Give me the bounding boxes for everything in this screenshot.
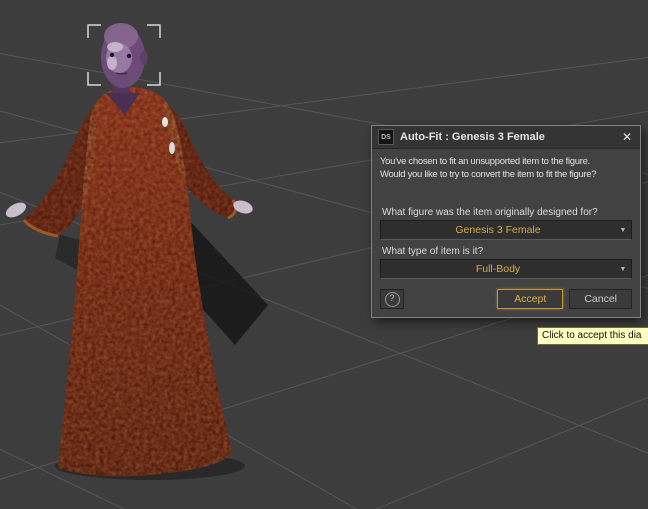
left-hand <box>5 202 27 218</box>
chevron-down-icon: ▼ <box>619 226 627 234</box>
dialog-button-row: ? Accept Cancel <box>380 289 632 309</box>
daz-studio-logo-icon: DS <box>378 129 394 145</box>
close-icon[interactable]: ✕ <box>620 130 634 144</box>
autofit-dialog: DS Auto-Fit : Genesis 3 Female ✕ You've … <box>371 125 641 318</box>
accept-button[interactable]: Accept <box>497 289 564 309</box>
dialog-titlebar[interactable]: DS Auto-Fit : Genesis 3 Female ✕ <box>372 126 640 149</box>
sleeve-ornament <box>169 142 175 154</box>
question-mark-icon: ? <box>384 291 400 307</box>
help-button[interactable]: ? <box>380 289 404 309</box>
sleeve-ornament <box>162 117 168 127</box>
type-select-value: Full-Body <box>475 263 521 275</box>
figure-genesis[interactable] <box>3 23 254 477</box>
screen: { "dialog": { "logo_text": "DS", "title"… <box>0 0 648 509</box>
dialog-title: Auto-Fit : Genesis 3 Female <box>400 131 545 143</box>
type-question-label: What type of item is it? <box>382 246 484 257</box>
cancel-button[interactable]: Cancel <box>569 289 632 309</box>
dialog-message-line1: You've chosen to fit an unsupported item… <box>380 156 590 167</box>
figure-select-value: Genesis 3 Female <box>455 224 541 236</box>
figure-question-label: What figure was the item originally desi… <box>382 207 598 218</box>
dialog-message-line2: Would you like to try to convert the ite… <box>380 169 597 180</box>
type-select[interactable]: Full-Body ▼ <box>380 259 632 279</box>
dialog-body: You've chosen to fit an unsupported item… <box>372 149 640 317</box>
chevron-down-icon: ▼ <box>619 265 627 273</box>
head <box>101 23 148 88</box>
figure-select[interactable]: Genesis 3 Female ▼ <box>380 220 632 240</box>
tooltip: Click to accept this dia <box>537 327 648 345</box>
